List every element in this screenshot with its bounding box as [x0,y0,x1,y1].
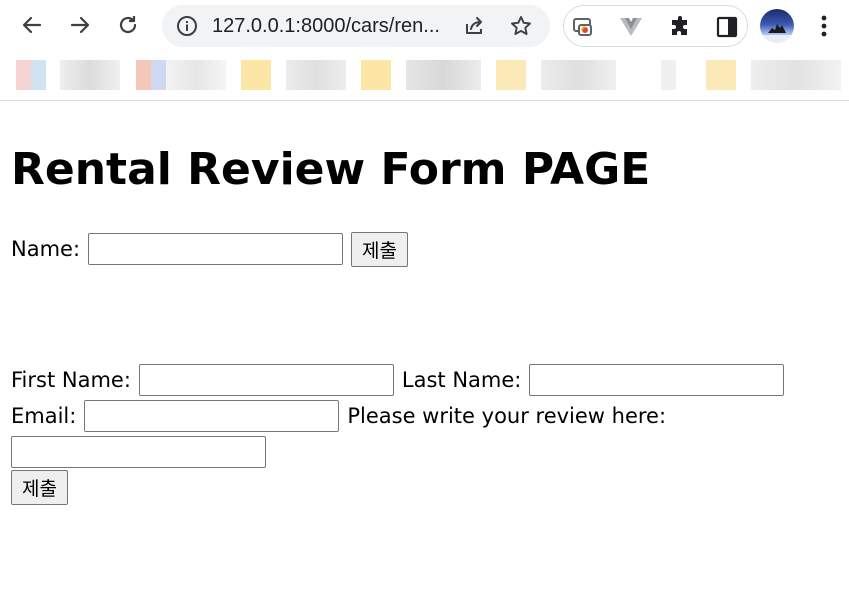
bookmark-favicon[interactable] [241,60,271,90]
review-label: Please write your review here: [347,404,667,428]
puzzle-icon[interactable] [668,14,694,40]
star-icon[interactable] [509,14,533,42]
share-icon[interactable] [462,14,486,42]
first-last-name-row: First Name: Last Name: [11,363,792,397]
bookmark-favicon[interactable] [496,60,526,90]
name-form: Name: 제출 [11,231,408,267]
extensions-group [563,5,748,47]
bookmarks-bar [0,52,849,101]
review-submit-row: 제출 [11,469,68,505]
bookmark-item[interactable] [541,60,616,90]
name-label: Name: [11,237,81,261]
bookmark-item[interactable] [406,60,481,90]
submit-button[interactable]: 제출 [351,231,408,267]
forward-arrow-icon[interactable] [63,8,97,42]
back-arrow-icon[interactable] [15,8,49,42]
vue-devtools-icon[interactable] [618,14,644,40]
bookmark-item[interactable] [60,60,120,90]
bookmark-favicon[interactable] [361,60,391,90]
first-name-input[interactable] [138,364,394,396]
review-submit-button[interactable]: 제출 [11,469,68,505]
info-icon[interactable] [176,15,198,41]
address-bar[interactable]: 127.0.0.1:8000/cars/ren... [162,5,550,47]
side-panel-icon[interactable] [714,14,740,40]
email-label: Email: [11,404,77,428]
extension-screen-icon[interactable] [570,14,596,40]
more-menu-icon[interactable] [812,10,836,42]
first-name-label: First Name: [11,368,131,392]
page-title: Rental Review Form PAGE [11,144,651,195]
name-input[interactable] [88,233,344,265]
email-input[interactable] [84,400,340,432]
last-name-input[interactable] [529,364,785,396]
bookmark-item[interactable] [166,60,226,90]
email-review-row: Email: Please write your review here: [11,399,666,433]
bookmark-favicon[interactable] [706,60,736,90]
reload-icon[interactable] [111,8,145,42]
bookmark-favicon[interactable] [136,60,166,90]
bookmark-item[interactable] [286,60,346,90]
last-name-label: Last Name: [401,368,522,392]
review-input[interactable] [11,436,266,468]
url-text[interactable]: 127.0.0.1:8000/cars/ren... [212,15,440,38]
profile-avatar[interactable] [760,9,794,43]
bookmark-favicon[interactable] [661,60,676,90]
bookmark-favicon[interactable] [16,60,46,90]
bookmark-item[interactable] [751,60,841,90]
browser-toolbar: 127.0.0.1:8000/cars/ren... [0,0,849,52]
review-row [11,435,274,469]
